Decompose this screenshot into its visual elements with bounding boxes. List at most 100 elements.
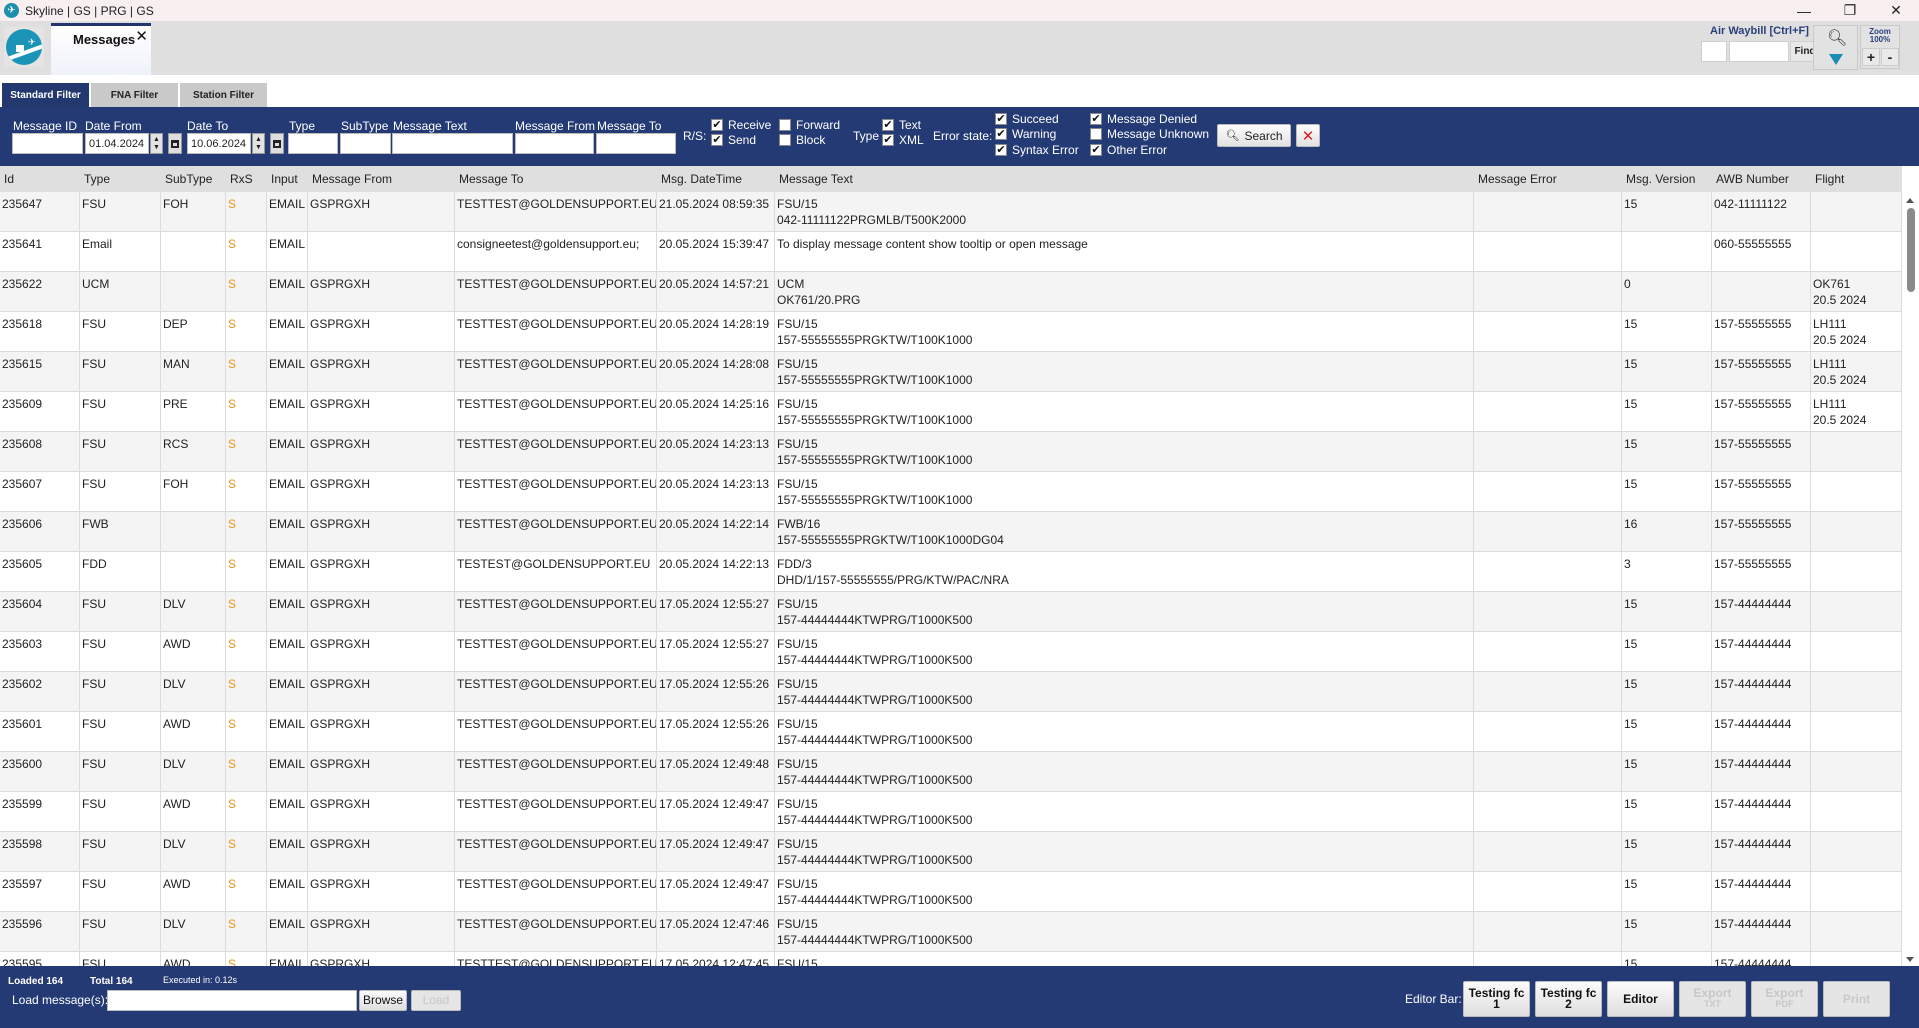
cell-awb: 157-55555555 [1712,552,1811,591]
scroll-up-icon[interactable] [1906,198,1914,203]
cell-rxs: S [226,712,267,751]
date-to-calendar-icon[interactable] [270,133,284,154]
testing-fc1-button[interactable]: Testing fc 1 [1463,981,1530,1017]
browse-button[interactable]: Browse [359,990,407,1011]
date-from-input[interactable]: 01.04.2024 [85,133,149,154]
table-row[interactable]: 235604 FSU DLV S EMAIL GSPRGXH TESTTEST@GOLDEN… [0,592,1902,632]
close-tab-icon[interactable]: ✕ [135,27,148,45]
table-row[interactable]: 235641 Email S EMAIL consigneetest@goldensup… [0,232,1902,272]
load-messages-input[interactable] [107,990,357,1011]
table-row[interactable]: 235598 FSU DLV S EMAIL GSPRGXH TESTTEST@GOLDEN… [0,832,1902,872]
cell-from: GSPRGXH [308,832,455,871]
cell-type: FSU [80,312,161,351]
message-text-line: FSU/15 [777,317,818,331]
zoom-in-button[interactable]: + [1862,48,1880,66]
date-from-spinner[interactable]: ▲ ▼ [150,133,163,154]
warning-checkbox[interactable]: ✔ Warning [995,127,1056,141]
cell-awb: 157-55555555 [1712,352,1811,391]
column-header-subtype[interactable]: SubType [161,166,226,192]
subtype-input[interactable] [340,133,391,154]
close-window-button[interactable]: ✕ [1873,0,1919,21]
date-to-input[interactable]: 10.06.2024 [187,133,251,154]
message-text-line: 157-44444444KTWPRG/T1000K500 [777,733,973,747]
export-pdf-button[interactable]: Export PDF [1751,981,1818,1017]
table-row[interactable]: 235596 FSU DLV S EMAIL GSPRGXH TESTTEST@GOLDEN… [0,912,1902,952]
column-header-version[interactable]: Msg. Version [1622,166,1712,192]
table-row[interactable]: 235603 FSU AWD S EMAIL GSPRGXH TESTTEST@GOLDEN… [0,632,1902,672]
app-logo[interactable]: ✈ [4,27,44,67]
message-to-input[interactable] [596,133,676,154]
message-unknown-checkbox[interactable]: Message Unknown [1090,127,1209,141]
message-text-input[interactable] [392,133,513,154]
tab-station-filter[interactable]: Station Filter [180,83,267,107]
export-txt-button[interactable]: Export TXT [1679,981,1746,1017]
date-to-spinner[interactable]: ▲ ▼ [252,133,265,154]
xml-type-checkbox[interactable]: ✔ XML [882,133,924,147]
message-denied-checkbox[interactable]: ✔ Message Denied [1090,112,1197,126]
cell-error [1474,472,1622,511]
column-header-flight[interactable]: Flight [1811,166,1902,192]
search-button[interactable]: 🔍︎ Search [1217,124,1291,147]
text-type-checkbox[interactable]: ✔ Text [882,118,921,132]
type-input[interactable] [288,133,338,154]
message-text-line: To display message content show tooltip … [777,237,1088,251]
date-from-calendar-icon[interactable] [168,133,182,154]
column-header-from[interactable]: Message From [308,166,455,192]
table-row[interactable]: 235602 FSU DLV S EMAIL GSPRGXH TESTTEST@GOLDEN… [0,672,1902,712]
cell-subtype: FOH [161,192,226,231]
scroll-down-icon[interactable] [1906,957,1914,962]
column-header-awb[interactable]: AWB Number [1712,166,1811,192]
column-header-type[interactable]: Type [80,166,161,192]
table-row[interactable]: 235609 FSU PRE S EMAIL GSPRGXH TESTTEST@GOLDEN… [0,392,1902,432]
print-button[interactable]: Print [1823,981,1890,1017]
tab-messages[interactable]: Messages ✕ [51,23,151,75]
table-row[interactable]: 235622 UCM S EMAIL GSPRGXH TESTTEST@GOLDENSUP… [0,272,1902,312]
minimize-button[interactable]: — [1781,0,1827,21]
column-header-input[interactable]: Input [267,166,308,192]
table-row[interactable]: 235615 FSU MAN S EMAIL GSPRGXH TESTTEST@GOLDEN… [0,352,1902,392]
succeed-checkbox[interactable]: ✔ Succeed [995,112,1059,126]
table-row[interactable]: 235606 FWB S EMAIL GSPRGXH TESTTEST@GOLDENSUP… [0,512,1902,552]
tab-fna-filter[interactable]: FNA Filter [91,83,178,107]
receive-checkbox[interactable]: ✔ Receive [711,118,771,132]
restore-button[interactable]: ❐ [1827,0,1873,21]
execution-time: Executed in: 0.12s [163,975,238,985]
table-row[interactable]: 235608 FSU RCS S EMAIL GSPRGXH TESTTEST@GOLDEN… [0,432,1902,472]
awb-number-input[interactable] [1729,41,1789,62]
quick-search-button[interactable]: 🔍︎ [1813,25,1858,70]
table-row[interactable]: 235618 FSU DEP S EMAIL GSPRGXH TESTTEST@GOLDEN… [0,312,1902,352]
table-row[interactable]: 235601 FSU AWD S EMAIL GSPRGXH TESTTEST@GOLDEN… [0,712,1902,752]
column-header-to[interactable]: Message To [455,166,657,192]
editor-button[interactable]: Editor [1607,981,1674,1017]
column-header-error[interactable]: Message Error [1474,166,1622,192]
message-id-input[interactable] [12,133,83,154]
testing-fc2-button[interactable]: Testing fc 2 [1535,981,1602,1017]
send-checkbox[interactable]: ✔ Send [711,133,756,147]
column-header-rxs[interactable]: RxS [226,166,267,192]
column-header-datetime[interactable]: Msg. DateTime [657,166,775,192]
clear-filter-button[interactable]: ✕ [1296,124,1320,147]
cell-text: UCM OK761/20.PRG···· ····· ···· ······ [775,272,1474,311]
table-row[interactable]: 235597 FSU AWD S EMAIL GSPRGXH TESTTEST@GOLDEN… [0,872,1902,912]
awb-prefix-input[interactable] [1701,41,1727,62]
message-text-line: 157-44444444KTWPRG/T1000K500 [777,693,973,707]
table-row[interactable]: 235647 FSU FOH S EMAIL GSPRGXH TESTTEST@GOLDEN… [0,192,1902,232]
table-row[interactable]: 235599 FSU AWD S EMAIL GSPRGXH TESTTEST@GOLDEN… [0,792,1902,832]
syntax-error-checkbox[interactable]: ✔ Syntax Error [995,143,1079,157]
tab-standard-filter[interactable]: Standard Filter [2,83,89,107]
message-text-line: 157-55555555PRGKTW/T100K1000 [777,333,973,347]
table-row[interactable]: 235605 FDD S EMAIL GSPRGXH TESTEST@GOLDENSUPP… [0,552,1902,592]
forward-checkbox[interactable]: Forward [779,118,840,132]
table-row[interactable]: 235607 FSU FOH S EMAIL GSPRGXH TESTTEST@GOLDEN… [0,472,1902,512]
table-row[interactable]: 235600 FSU DLV S EMAIL GSPRGXH TESTTEST@GOLDEN… [0,752,1902,792]
scroll-thumb[interactable] [1907,208,1915,292]
load-button[interactable]: Load [411,990,461,1011]
message-from-input[interactable] [515,133,594,154]
column-header-id[interactable]: Id [0,166,80,192]
other-error-checkbox[interactable]: ✔ Other Error [1090,143,1167,157]
column-header-text[interactable]: Message Text [775,166,1474,192]
vertical-scrollbar[interactable] [1902,192,1919,966]
block-checkbox[interactable]: Block [779,133,825,147]
table-row[interactable]: 235595 FSU AWD S EMAIL GSPRGXH TESTTEST@GOLDEN… [0,952,1902,966]
zoom-out-button[interactable]: - [1881,48,1899,66]
